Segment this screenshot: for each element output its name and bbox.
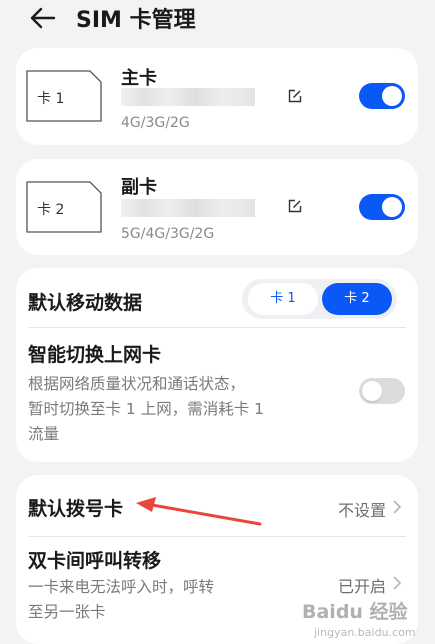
- phone-number-blurred: [121, 199, 255, 217]
- sim-name: 副卡: [121, 177, 157, 198]
- data-settings-card: 默认移动数据 卡 1 卡 2 智能切换上网卡 根据网络质量状况和通话状态， 暂时…: [16, 268, 418, 462]
- sim-card-icon: 卡 1: [26, 70, 102, 122]
- default-mobile-data-label: 默认移动数据: [28, 292, 143, 314]
- sim-card-1: 卡 1 主卡 4G/3G/2G: [16, 48, 418, 145]
- sim-network-types: 4G/3G/2G: [121, 115, 190, 131]
- description-line: 暂时切换至卡 1 上网，需消耗卡 1: [28, 400, 265, 418]
- description-line: 一卡来电无法呼入时，呼转: [28, 578, 215, 596]
- edit-icon[interactable]: [288, 89, 302, 103]
- watermark-url: jingyan.baidu.com: [313, 626, 416, 639]
- sim-icon-label: 卡 2: [37, 202, 64, 218]
- mobile-data-option-sim-1[interactable]: 卡 1: [248, 283, 318, 315]
- chevron-right-icon: [393, 576, 402, 590]
- header: SIM 卡管理: [0, 0, 435, 40]
- divider: [28, 327, 406, 328]
- smart-switch-title: 智能切换上网卡: [28, 344, 162, 366]
- chevron-right-icon: [393, 500, 402, 514]
- sim-network-types: 5G/4G/3G/2G: [121, 226, 215, 242]
- call-forward-title: 双卡间呼叫转移: [28, 550, 162, 572]
- default-dial-value: 不设置: [337, 501, 386, 520]
- mobile-data-segmented-control: 卡 1 卡 2: [242, 279, 397, 319]
- call-forward-description: 一卡来电无法呼入时，呼转 至另一张卡: [28, 575, 214, 625]
- smart-switch-description: 根据网络质量状况和通话状态， 暂时切换至卡 1 上网，需消耗卡 1 流量: [28, 372, 264, 447]
- arrow-left-icon[interactable]: [28, 4, 58, 32]
- phone-number-blurred: [121, 88, 255, 106]
- sim-name: 主卡: [121, 68, 157, 89]
- smart-switch-toggle[interactable]: [359, 378, 405, 404]
- mobile-data-option-sim-2[interactable]: 卡 2: [322, 283, 392, 315]
- description-line: 至另一张卡: [28, 603, 106, 621]
- description-line: 流量: [28, 425, 60, 443]
- sim-1-toggle[interactable]: [359, 83, 405, 109]
- watermark-text: Baidu 经验: [302, 600, 409, 623]
- sim-card-2: 卡 2 副卡 5G/4G/3G/2G: [16, 159, 418, 255]
- baidu-watermark-logo: Baidu 经验 jingyan.baidu.com: [302, 600, 416, 639]
- annotation-arrow-icon: [136, 497, 262, 526]
- sim-icon-label: 卡 1: [37, 91, 64, 107]
- page-title: SIM 卡管理: [76, 8, 196, 33]
- edit-icon[interactable]: [288, 199, 302, 213]
- call-forward-value: 已开启: [337, 577, 386, 596]
- sim-card-icon: 卡 2: [26, 181, 102, 233]
- description-line: 根据网络质量状况和通话状态，: [28, 375, 246, 393]
- sim-2-toggle[interactable]: [359, 194, 405, 220]
- default-dial-label: 默认拨号卡: [28, 498, 124, 520]
